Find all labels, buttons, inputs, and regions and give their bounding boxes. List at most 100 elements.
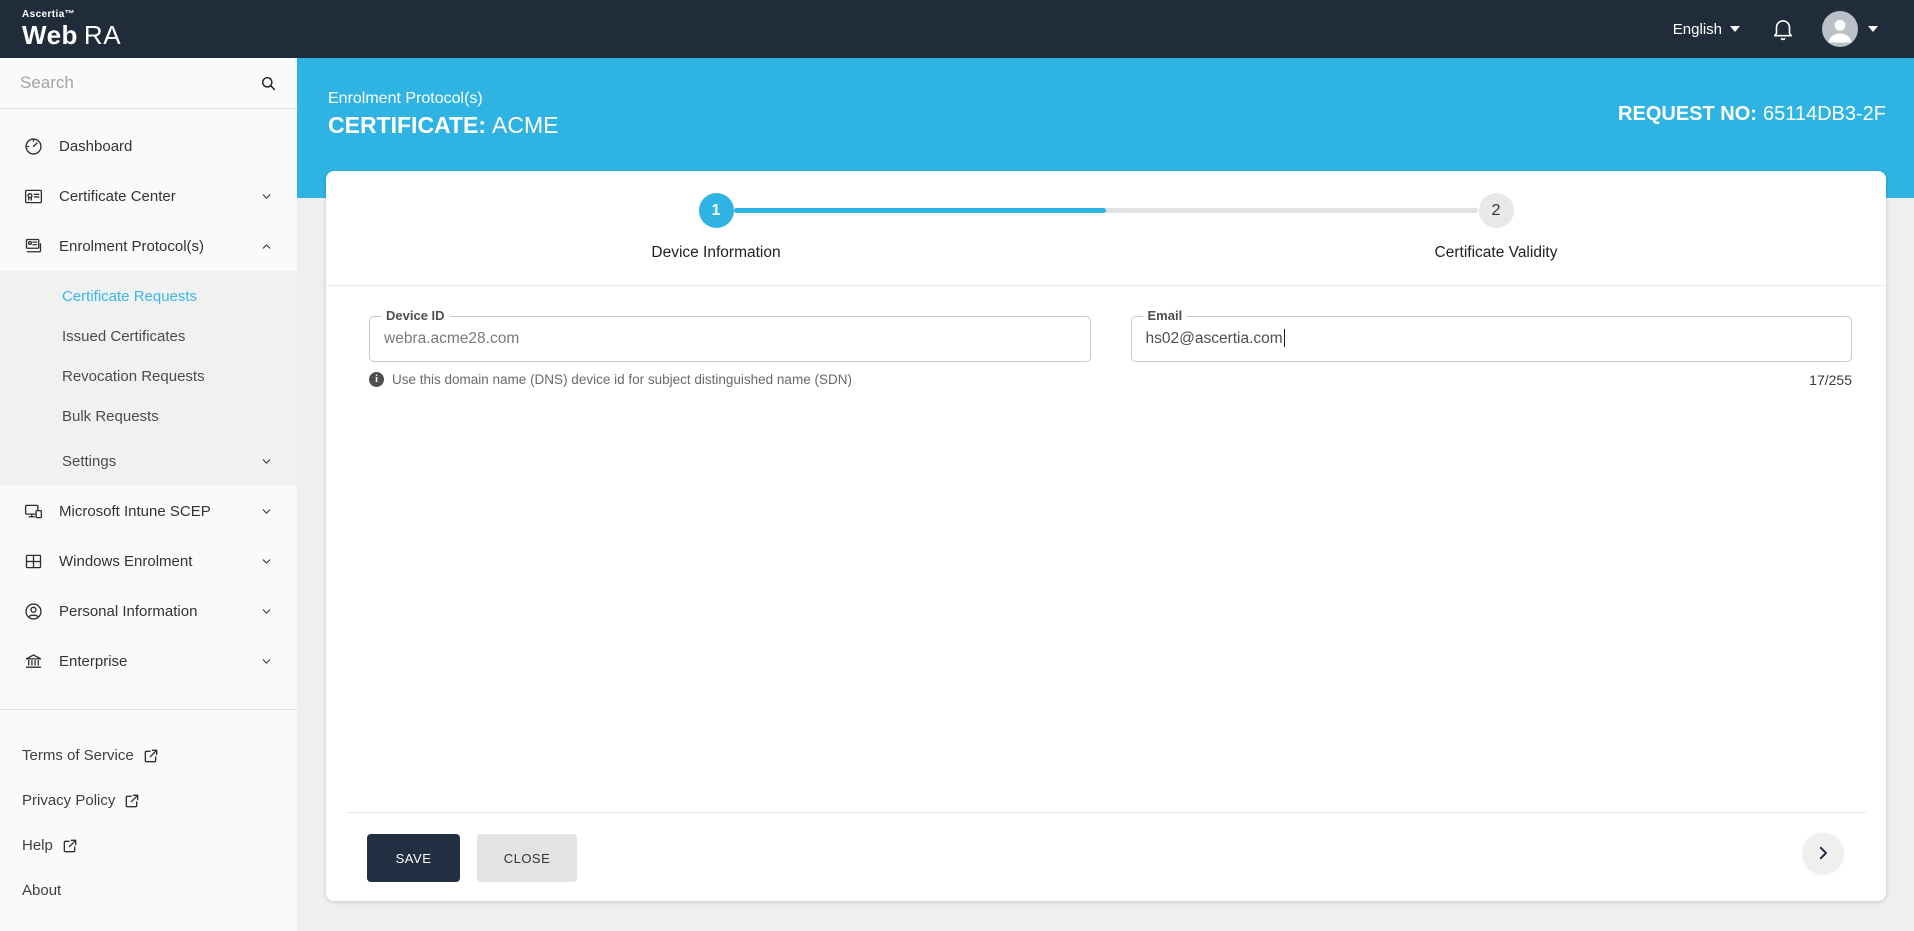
sidebar: Dashboard Certificate Center (0, 58, 297, 931)
main-content: Enrolment Protocol(s) CERTIFICATE:ACME R… (297, 58, 1914, 931)
request-number-value: 65114DB3-2F (1763, 103, 1886, 125)
stepper-divider (326, 285, 1886, 286)
sidebar-item-revocation-requests[interactable]: Revocation Requests (0, 356, 297, 396)
step-device-information: 1 Device Information (326, 193, 1106, 262)
bank-icon (22, 651, 44, 672)
brand-webra: WebRA (22, 22, 121, 48)
enrolment-icon (22, 236, 44, 257)
chevron-down-icon (1730, 26, 1740, 32)
email-label: Email (1143, 308, 1188, 323)
sidebar-item-label: Microsoft Intune SCEP (59, 503, 211, 520)
chevron-down-icon (260, 555, 273, 568)
submenu-item-label: Issued Certificates (62, 328, 185, 345)
language-label: English (1673, 21, 1722, 38)
intune-icon (22, 501, 44, 522)
sidebar-item-label: Enrolment Protocol(s) (59, 238, 204, 255)
device-id-value: webra.acme28.com (370, 317, 1090, 361)
email-field[interactable]: Email hs02@ascertia.com (1131, 316, 1853, 362)
page-header-titles: Enrolment Protocol(s) CERTIFICATE:ACME (328, 90, 558, 139)
topbar: Ascertia™ WebRA English (0, 0, 1914, 58)
step-2-label: Certificate Validity (1435, 244, 1558, 262)
page-title-value: ACME (492, 112, 558, 138)
sidebar-item-issued-certificates[interactable]: Issued Certificates (0, 316, 297, 356)
chevron-down-icon (260, 605, 273, 618)
submenu-item-label: Settings (62, 453, 116, 470)
sidebar-item-settings[interactable]: Settings (0, 436, 297, 486)
external-link-icon (62, 838, 78, 854)
device-id-column: Device ID webra.acme28.com i Use this do… (369, 316, 1091, 388)
sidebar-item-certificate-center[interactable]: Certificate Center (0, 171, 297, 221)
avatar (1822, 11, 1858, 47)
device-id-label: Device ID (381, 308, 450, 323)
sidebar-item-enrolment-protocols[interactable]: Enrolment Protocol(s) (0, 221, 297, 271)
device-form: Device ID webra.acme28.com i Use this do… (326, 286, 1886, 388)
windows-icon (22, 551, 44, 572)
next-step-button[interactable] (1803, 833, 1843, 873)
topbar-actions: English (1673, 11, 1878, 47)
sidebar-item-label: Enterprise (59, 653, 127, 670)
sidebar-item-bulk-requests[interactable]: Bulk Requests (0, 396, 297, 436)
info-icon: i (369, 372, 384, 387)
search-input[interactable] (20, 73, 259, 93)
submenu-item-label: Revocation Requests (62, 368, 205, 385)
notifications-button[interactable] (1770, 16, 1796, 42)
privacy-policy-link[interactable]: Privacy Policy (22, 791, 297, 811)
bell-icon (1770, 16, 1796, 42)
language-selector[interactable]: English (1673, 21, 1740, 38)
step-certificate-validity: 2 Certificate Validity (1106, 193, 1886, 262)
device-id-helper: i Use this domain name (DNS) device id f… (369, 372, 1091, 387)
person-silhouette-icon (1822, 11, 1858, 47)
step-1-circle[interactable]: 1 (699, 193, 734, 228)
device-id-field[interactable]: Device ID webra.acme28.com (369, 316, 1091, 362)
sidebar-item-dashboard[interactable]: Dashboard (0, 121, 297, 171)
app-logo[interactable]: Ascertia™ WebRA (22, 10, 121, 48)
help-link[interactable]: Help (22, 836, 297, 856)
footer-link-label: Privacy Policy (22, 791, 115, 811)
submenu-item-label: Certificate Requests (62, 288, 197, 305)
sidebar-search (0, 58, 297, 109)
search-icon[interactable] (259, 74, 278, 93)
sidebar-item-label: Certificate Center (59, 188, 176, 205)
terms-of-service-link[interactable]: Terms of Service (22, 746, 297, 766)
sidebar-item-personal-information[interactable]: Personal Information (0, 586, 297, 636)
email-column: Email hs02@ascertia.com 17/255 (1131, 316, 1853, 388)
chevron-down-icon (260, 190, 273, 203)
sidebar-item-certificate-requests[interactable]: Certificate Requests (0, 276, 297, 316)
device-id-helper-text: Use this domain name (DNS) device id for… (392, 372, 852, 387)
person-icon (22, 601, 44, 622)
user-menu[interactable] (1822, 11, 1878, 47)
save-button[interactable]: SAVE (367, 834, 460, 882)
sidebar-footer: Terms of Service Privacy Policy (0, 709, 297, 931)
chevron-down-icon (260, 455, 273, 468)
email-char-counter: 17/255 (1131, 372, 1853, 388)
chevron-down-icon (260, 655, 273, 668)
chevron-down-icon (260, 505, 273, 518)
footer-link-label: Terms of Service (22, 746, 134, 766)
sidebar-item-microsoft-intune-scep[interactable]: Microsoft Intune SCEP (0, 486, 297, 536)
external-link-icon (124, 793, 140, 809)
sidebar-item-enterprise[interactable]: Enterprise (0, 636, 297, 686)
actions-divider (346, 812, 1866, 813)
sidebar-item-label: Dashboard (59, 138, 132, 155)
step-2-circle[interactable]: 2 (1479, 193, 1514, 228)
text-cursor (1284, 329, 1285, 347)
about-link[interactable]: About (22, 881, 297, 901)
breadcrumb: Enrolment Protocol(s) (328, 90, 558, 108)
footer-link-label: About (22, 881, 61, 901)
wizard-card: 1 Device Information 2 Certificate Valid… (326, 171, 1886, 901)
page-title: CERTIFICATE:ACME (328, 112, 558, 139)
certificate-icon (22, 186, 44, 207)
enrolment-submenu: Certificate Requests Issued Certificates… (0, 271, 297, 486)
page-title-label: CERTIFICATE: (328, 112, 486, 138)
wizard-stepper: 1 Device Information 2 Certificate Valid… (326, 171, 1886, 286)
stepper-steps: 1 Device Information 2 Certificate Valid… (326, 193, 1886, 262)
chevron-up-icon (260, 240, 273, 253)
step-1-label: Device Information (651, 244, 780, 262)
footer-link-label: Help (22, 836, 53, 856)
sidebar-nav: Dashboard Certificate Center (0, 109, 297, 686)
sidebar-item-windows-enrolment[interactable]: Windows Enrolment (0, 536, 297, 586)
action-buttons: SAVE CLOSE (367, 834, 577, 882)
close-button[interactable]: CLOSE (477, 834, 577, 882)
sidebar-item-label: Windows Enrolment (59, 553, 192, 570)
external-link-icon (143, 748, 159, 764)
